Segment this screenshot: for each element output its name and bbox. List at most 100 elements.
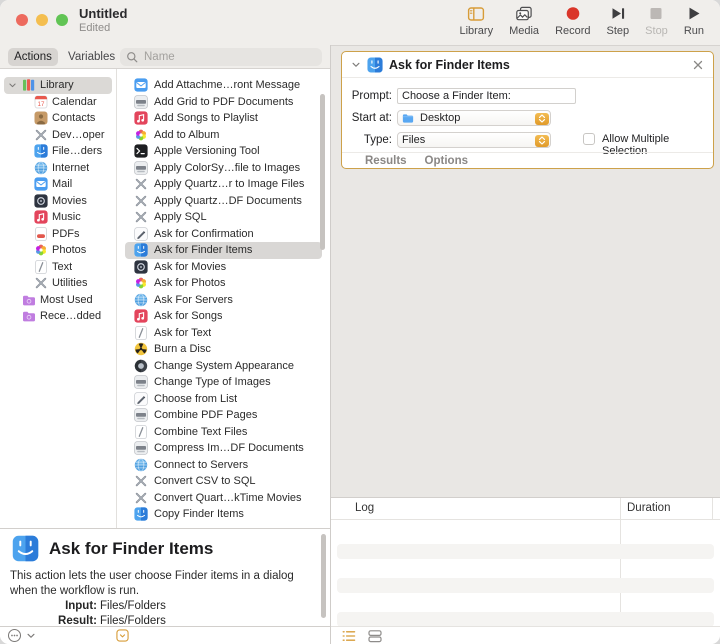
sidebar-item-label: File…ders: [52, 145, 102, 157]
actions-scrollbar[interactable]: [320, 94, 325, 250]
sidebar-item-music[interactable]: Music: [4, 209, 112, 226]
sidebar-item-pdfs[interactable]: PDFs: [4, 226, 112, 243]
collapse-chevron-icon[interactable]: [351, 60, 361, 70]
type-popup[interactable]: Files: [397, 132, 551, 148]
sidebar-item-most-used[interactable]: Most Used: [4, 292, 112, 309]
minimize-window-button[interactable]: [36, 14, 48, 26]
action-item-ask-for-movies[interactable]: Ask for Movies: [125, 259, 322, 276]
close-action-icon[interactable]: [692, 59, 704, 71]
action-item-convert-csv-to-sql[interactable]: Convert CSV to SQL: [125, 473, 322, 490]
sidebar-item-text[interactable]: Text: [4, 259, 112, 276]
music-icon: [134, 309, 148, 323]
log-column-header[interactable]: Log: [355, 502, 374, 514]
duration-column-header[interactable]: Duration: [627, 502, 670, 514]
action-item-combine-pdf-pages[interactable]: Combine PDF Pages: [125, 407, 322, 424]
action-item-combine-text-files[interactable]: Combine Text Files: [125, 424, 322, 441]
stack-view-icon[interactable]: [367, 628, 383, 644]
action-item-ask-for-confirmation[interactable]: Ask for Confirmation: [125, 226, 322, 243]
chevron-down-icon: [8, 81, 17, 90]
sidebar-item-calendar[interactable]: 17 Calendar: [4, 94, 112, 111]
action-item-choose-from-list[interactable]: Choose from List: [125, 391, 322, 408]
action-item-label: Add Songs to Playlist: [154, 112, 258, 124]
action-item-copy-finder-items[interactable]: Copy Finder Items: [125, 506, 322, 523]
action-item-apply-sql[interactable]: Apply SQL: [125, 209, 322, 226]
allow-multiple-selection-checkbox[interactable]: [583, 133, 595, 145]
start-at-label: Start at:: [342, 112, 392, 124]
xtools-icon: [134, 194, 148, 208]
ellipsis-circle-icon[interactable]: [7, 628, 22, 643]
description-body: This action lets the user choose Finder …: [10, 569, 322, 599]
zoom-window-button[interactable]: [56, 14, 68, 26]
action-item-label: Ask for Finder Items: [154, 244, 252, 256]
action-item-apply-quartz-r-to-image-files[interactable]: Apply Quartz…r to Image Files: [125, 176, 322, 193]
xtools-icon: [134, 474, 148, 488]
library-tabstrip: Actions Variables: [0, 45, 330, 69]
sidebar-item-mail[interactable]: Mail: [4, 176, 112, 193]
sidebar-item-photos[interactable]: Photos: [4, 242, 112, 259]
search-field[interactable]: [120, 48, 322, 66]
folderpurple-icon: [22, 293, 36, 307]
start-at-popup[interactable]: Desktop: [397, 110, 551, 126]
close-window-button[interactable]: [16, 14, 28, 26]
action-item-ask-for-photos[interactable]: Ask for Photos: [125, 275, 322, 292]
list-view-icon[interactable]: [341, 628, 357, 644]
action-item-ask-for-finder-items[interactable]: Ask for Finder Items: [125, 242, 322, 259]
workflow-badge-icon[interactable]: [116, 629, 130, 642]
action-item-compress-im-df-documents[interactable]: Compress Im…DF Documents: [125, 440, 322, 457]
options-button[interactable]: Options: [425, 155, 468, 167]
log-column-divider: [620, 498, 621, 626]
run-button[interactable]: Run: [676, 5, 712, 37]
popup-stepper-icon: [535, 135, 549, 147]
sidebar-item-internet[interactable]: Internet: [4, 160, 112, 177]
action-item-add-songs-to-playlist[interactable]: Add Songs to Playlist: [125, 110, 322, 127]
step-button[interactable]: Step: [599, 5, 638, 37]
action-item-apple-versioning-tool[interactable]: Apple Versioning Tool: [125, 143, 322, 160]
stop-button[interactable]: Stop: [637, 5, 676, 37]
sidebar-item-rece-dded[interactable]: Rece…dded: [4, 308, 112, 325]
flower-icon: [134, 276, 148, 290]
input-value: Files/Folders: [100, 599, 166, 614]
action-item-label: Add Grid to PDF Documents: [154, 96, 293, 108]
sidebar-item-dev-oper[interactable]: Dev…oper: [4, 127, 112, 144]
log-row-stripe: [337, 612, 714, 627]
action-item-add-grid-to-pdf-documents[interactable]: Add Grid to PDF Documents: [125, 94, 322, 111]
library-button[interactable]: Library: [451, 5, 501, 37]
action-card[interactable]: Ask for Finder Items Prompt: Choose a Fi…: [341, 51, 714, 169]
sidebar-item-contacts[interactable]: Contacts: [4, 110, 112, 127]
actions-list: Add Attachme…ront Message Add Grid to PD…: [117, 69, 330, 528]
action-card-footer: Results Options: [342, 152, 713, 168]
action-item-connect-to-servers[interactable]: Connect to Servers: [125, 457, 322, 474]
action-item-add-to-album[interactable]: Add to Album: [125, 127, 322, 144]
status-bar: [0, 626, 330, 644]
action-item-add-attachme-ront-message[interactable]: Add Attachme…ront Message: [125, 77, 322, 94]
step-icon: [609, 5, 627, 23]
action-item-burn-a-disc[interactable]: Burn a Disc: [125, 341, 322, 358]
sidebar-item-movies[interactable]: Movies: [4, 193, 112, 210]
chevron-down-icon[interactable]: [26, 631, 36, 641]
docgray-icon: [134, 375, 148, 389]
prompt-field[interactable]: Choose a Finder Item:: [397, 88, 576, 104]
finder-icon: [12, 535, 39, 562]
action-item-ask-for-text[interactable]: Ask for Text: [125, 325, 322, 342]
action-item-ask-for-servers[interactable]: Ask For Servers: [125, 292, 322, 309]
media-button[interactable]: Media: [501, 5, 547, 37]
tab-variables[interactable]: Variables: [62, 48, 121, 66]
action-item-apply-colorsy-file-to-images[interactable]: Apply ColorSy…file to Images: [125, 160, 322, 177]
record-button[interactable]: Record: [547, 5, 598, 37]
action-item-apply-quartz-df-documents[interactable]: Apply Quartz…DF Documents: [125, 193, 322, 210]
tab-actions[interactable]: Actions: [8, 48, 58, 66]
description-scrollbar[interactable]: [321, 534, 326, 618]
search-input[interactable]: [142, 50, 316, 64]
sidebar-item-library[interactable]: Library: [4, 77, 112, 94]
prompt-label: Prompt:: [342, 90, 392, 102]
action-item-ask-for-songs[interactable]: Ask for Songs: [125, 308, 322, 325]
sidebar-item-file-ders[interactable]: File…ders: [4, 143, 112, 160]
prompt-value: Choose a Finder Item:: [402, 90, 511, 102]
action-item-change-system-appearance[interactable]: Change System Appearance: [125, 358, 322, 375]
action-item-change-type-of-images[interactable]: Change Type of Images: [125, 374, 322, 391]
results-button[interactable]: Results: [365, 155, 407, 167]
sidebar-item-utilities[interactable]: Utilities: [4, 275, 112, 292]
xtools-icon: [34, 128, 48, 142]
action-item-label: Combine PDF Pages: [154, 409, 257, 421]
action-item-convert-quart-ktime-movies[interactable]: Convert Quart…kTime Movies: [125, 490, 322, 507]
